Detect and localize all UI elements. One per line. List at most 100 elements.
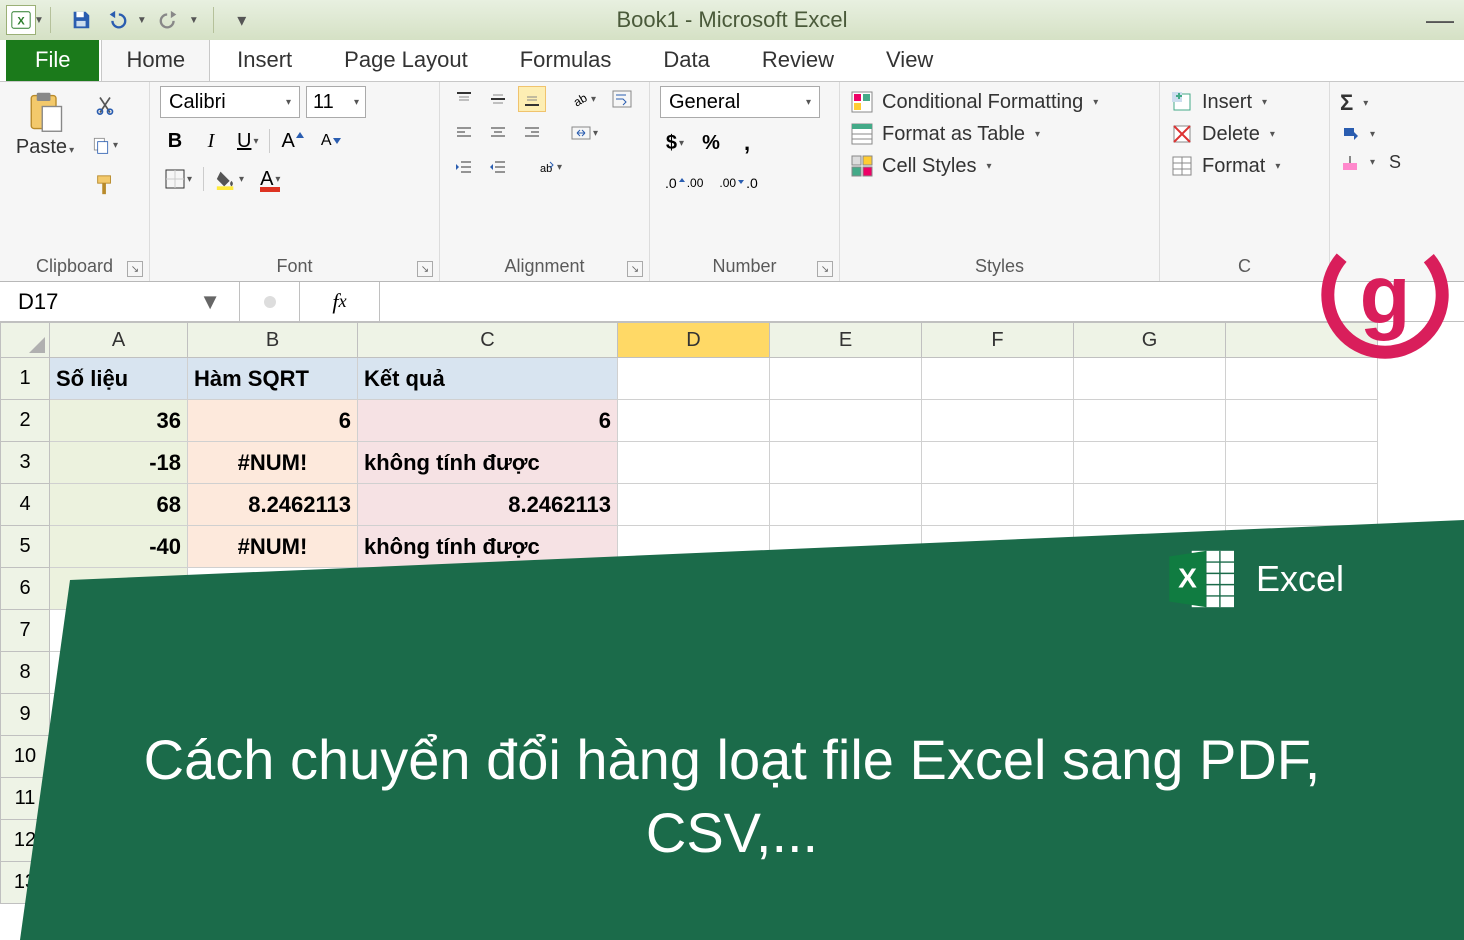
format-as-table-button[interactable]: Format as Table▾ bbox=[850, 122, 1098, 146]
group-styles: Conditional Formatting▾ Format as Table▾… bbox=[840, 82, 1160, 281]
qat-customize-button[interactable]: ▾ bbox=[228, 6, 256, 34]
fill-color-button[interactable]: ▾ bbox=[210, 164, 249, 194]
formula-input[interactable] bbox=[380, 282, 1464, 321]
increase-decimal-button[interactable]: .0.00 bbox=[660, 168, 708, 198]
tab-insert[interactable]: Insert bbox=[212, 38, 317, 81]
underline-button[interactable]: U▾ bbox=[232, 126, 263, 156]
watermark-g-icon: g bbox=[1320, 230, 1450, 360]
clear-button[interactable]: ▾S bbox=[1340, 152, 1401, 173]
decrease-decimal-button[interactable]: .00.0 bbox=[714, 168, 762, 198]
tab-data[interactable]: Data bbox=[638, 38, 734, 81]
align-middle-button[interactable] bbox=[484, 86, 512, 112]
row-header[interactable]: 3 bbox=[0, 442, 50, 484]
wrap-text-button[interactable] bbox=[607, 86, 637, 112]
minimize-icon[interactable]: — bbox=[1426, 4, 1454, 36]
paste-button[interactable]: Paste▾ bbox=[10, 86, 80, 163]
banner-headline: Cách chuyển đổi hàng loạt file Excel san… bbox=[60, 724, 1404, 870]
title-bar: X ▼ ▼ ▼ ▾ Book1 - Microsoft Excel — bbox=[0, 0, 1464, 40]
format-painter-button[interactable] bbox=[89, 170, 121, 200]
svg-text:ab: ab bbox=[540, 163, 552, 175]
align-right-button[interactable] bbox=[518, 120, 546, 146]
row-header[interactable]: 5 bbox=[0, 526, 50, 568]
col-header-G[interactable]: G bbox=[1074, 322, 1226, 358]
tab-home[interactable]: Home bbox=[101, 38, 210, 81]
group-font: Calibri▾ 11▾ B I U▾ A A ▾ ▾ A▾ Font↘ bbox=[150, 82, 440, 281]
col-header-D[interactable]: D bbox=[618, 322, 770, 358]
shrink-font-button[interactable]: A bbox=[316, 126, 347, 156]
align-left-button[interactable] bbox=[450, 120, 478, 146]
cut-button[interactable] bbox=[90, 90, 120, 120]
col-header-E[interactable]: E bbox=[770, 322, 922, 358]
undo-button[interactable] bbox=[103, 6, 131, 34]
svg-text:g: g bbox=[1360, 249, 1411, 342]
clipboard-launcher-icon[interactable]: ↘ bbox=[127, 261, 143, 277]
insert-cells-button[interactable]: Insert▾ bbox=[1170, 90, 1280, 114]
align-bottom-button[interactable] bbox=[518, 86, 546, 112]
orientation-button[interactable]: ab▾ bbox=[566, 86, 601, 112]
row-header[interactable]: 1 bbox=[0, 358, 50, 400]
align-top-button[interactable] bbox=[450, 86, 478, 112]
alignment-launcher-icon[interactable]: ↘ bbox=[627, 261, 643, 277]
formula-bar: D17▼ fx bbox=[0, 282, 1464, 322]
ribbon-tabs: File Home Insert Page Layout Formulas Da… bbox=[0, 40, 1464, 82]
group-alignment: ab▾ ▾ ab▾ Alignment↘ bbox=[440, 82, 650, 281]
tab-view[interactable]: View bbox=[861, 38, 958, 81]
row-header[interactable]: 2 bbox=[0, 400, 50, 442]
redo-button[interactable] bbox=[155, 6, 183, 34]
save-button[interactable] bbox=[67, 6, 95, 34]
accounting-format-button[interactable]: $▾ bbox=[660, 128, 690, 158]
tab-file[interactable]: File bbox=[6, 38, 99, 81]
tab-review[interactable]: Review bbox=[737, 38, 859, 81]
fill-button[interactable]: ▾ bbox=[1340, 124, 1401, 144]
excel-app-icon: X bbox=[6, 5, 36, 35]
orientation2-button[interactable]: ab▾ bbox=[532, 154, 567, 180]
name-box[interactable]: D17▼ bbox=[0, 282, 240, 321]
svg-text:X: X bbox=[17, 16, 25, 28]
increase-indent-button[interactable] bbox=[484, 154, 512, 180]
bold-button[interactable]: B bbox=[160, 126, 190, 156]
italic-button[interactable]: I bbox=[196, 126, 226, 156]
tab-page-layout[interactable]: Page Layout bbox=[319, 38, 493, 81]
font-launcher-icon[interactable]: ↘ bbox=[417, 261, 433, 277]
select-all-corner[interactable] bbox=[0, 322, 50, 358]
conditional-formatting-button[interactable]: Conditional Formatting▾ bbox=[850, 90, 1098, 114]
col-header-F[interactable]: F bbox=[922, 322, 1074, 358]
window-title: Book1 - Microsoft Excel bbox=[616, 7, 847, 33]
number-format-combo[interactable]: General▾ bbox=[660, 86, 820, 118]
number-launcher-icon[interactable]: ↘ bbox=[817, 261, 833, 277]
cell[interactable]: Hàm SQRT bbox=[188, 358, 358, 400]
copy-button[interactable]: ▾ bbox=[86, 130, 123, 160]
borders-button[interactable]: ▾ bbox=[160, 164, 197, 194]
format-cells-button[interactable]: Format▾ bbox=[1170, 154, 1280, 178]
excel-logo: X Excel bbox=[1168, 548, 1344, 610]
group-number: General▾ $▾ % , .0.00 .00.0 Number↘ bbox=[650, 82, 840, 281]
fx-icon[interactable]: fx bbox=[300, 282, 380, 321]
quick-access-toolbar: ▼ ▼ ▾ bbox=[67, 6, 256, 34]
app-menu-caret-icon[interactable]: ▼ bbox=[34, 15, 44, 26]
align-center-button[interactable] bbox=[484, 120, 512, 146]
group-clipboard: Paste▾ ▾ Clipboard↘ bbox=[0, 82, 150, 281]
fx-cancel-icon bbox=[240, 282, 300, 321]
merge-center-button[interactable]: ▾ bbox=[566, 120, 603, 146]
col-header-A[interactable]: A bbox=[50, 322, 188, 358]
col-header-B[interactable]: B bbox=[188, 322, 358, 358]
cell-styles-button[interactable]: Cell Styles▾ bbox=[850, 154, 1098, 178]
font-name-combo[interactable]: Calibri▾ bbox=[160, 86, 300, 118]
cell[interactable]: Số liệu bbox=[50, 358, 188, 400]
cell[interactable]: Kết quả bbox=[358, 358, 618, 400]
font-color-button[interactable]: A▾ bbox=[255, 164, 285, 194]
percent-button[interactable]: % bbox=[696, 128, 726, 158]
autosum-button[interactable]: Σ▾ bbox=[1340, 90, 1401, 116]
comma-button[interactable]: , bbox=[732, 128, 762, 158]
svg-text:X: X bbox=[1178, 561, 1197, 593]
decrease-indent-button[interactable] bbox=[450, 154, 478, 180]
delete-cells-button[interactable]: Delete▾ bbox=[1170, 122, 1280, 146]
grow-font-button[interactable]: A bbox=[276, 126, 309, 156]
group-cells: Insert▾ Delete▾ Format▾ C bbox=[1160, 82, 1330, 281]
col-header-C[interactable]: C bbox=[358, 322, 618, 358]
row-header[interactable]: 4 bbox=[0, 484, 50, 526]
tab-formulas[interactable]: Formulas bbox=[495, 38, 637, 81]
font-size-combo[interactable]: 11▾ bbox=[306, 86, 366, 118]
ribbon: Paste▾ ▾ Clipboard↘ Calibri▾ 11▾ B I U▾ … bbox=[0, 82, 1464, 282]
svg-text:ab: ab bbox=[571, 90, 589, 108]
